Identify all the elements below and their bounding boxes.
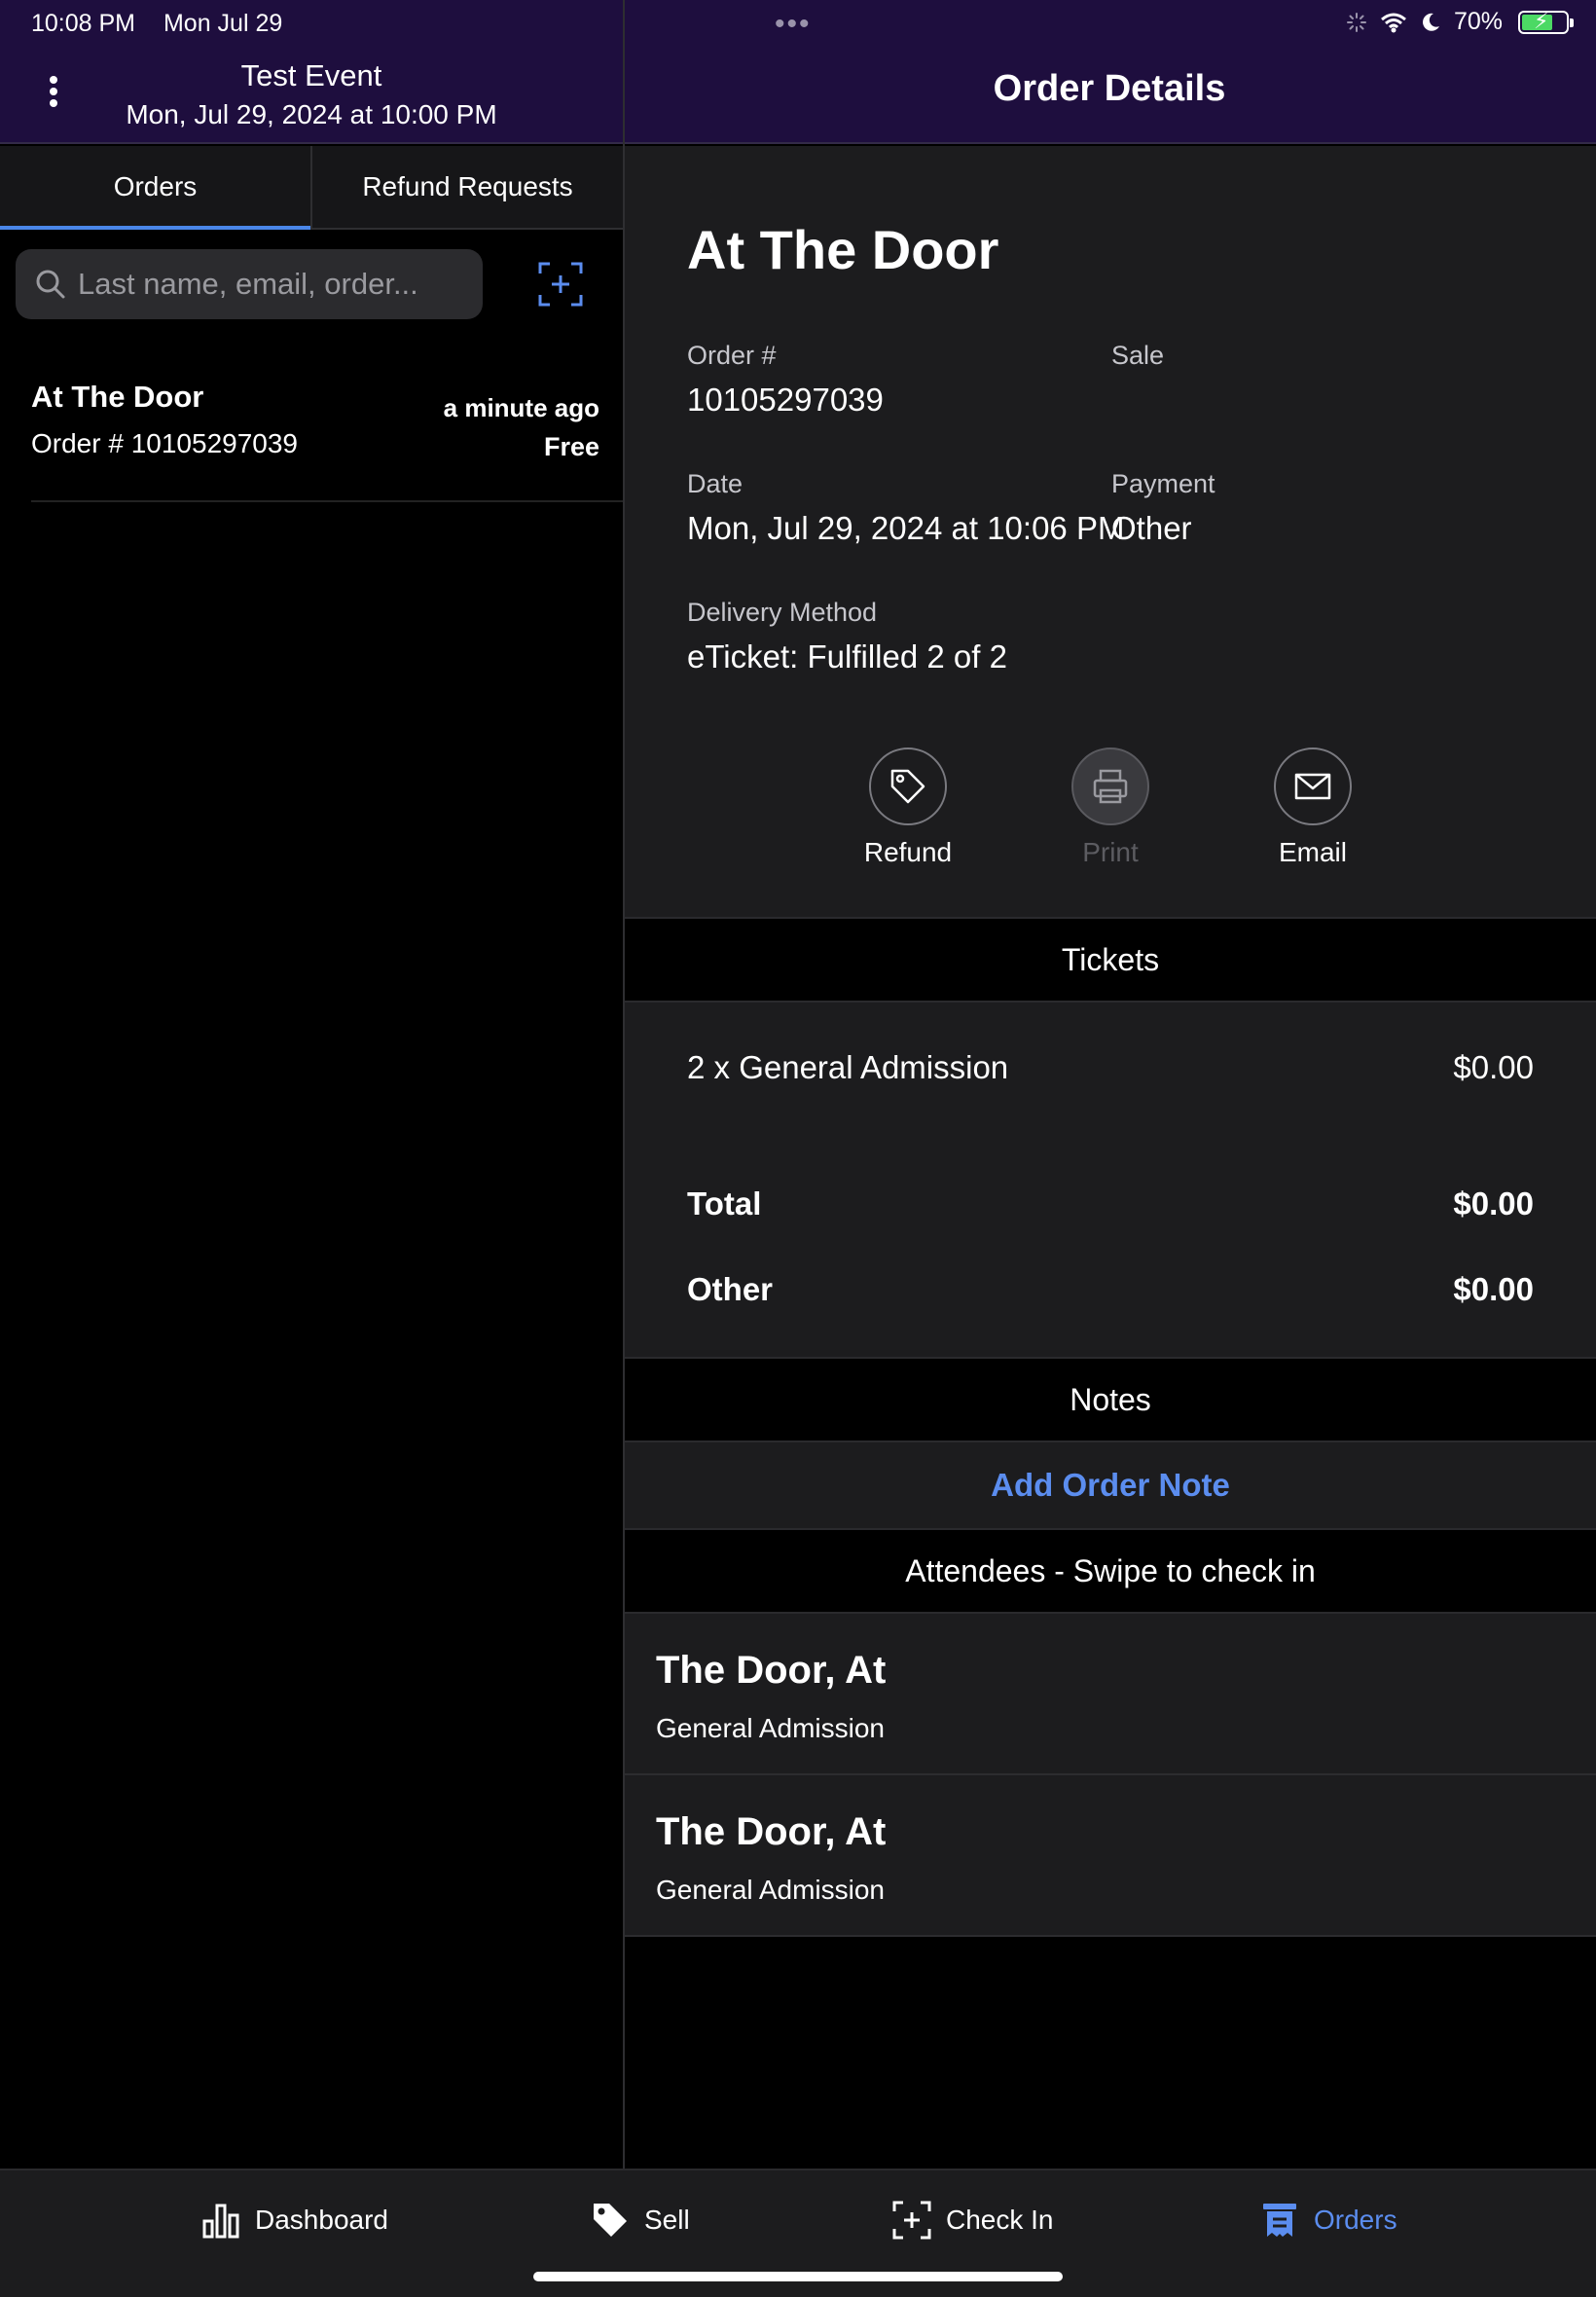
total-value: $0.00 — [1453, 1185, 1534, 1221]
order-item-name: At The Door — [31, 380, 204, 414]
ticket-line-value: $0.00 — [1453, 1049, 1534, 1085]
battery-icon: ⚡ — [1518, 8, 1574, 34]
print-label: Print — [1082, 837, 1139, 867]
date-label: Date — [687, 469, 744, 498]
refund-button[interactable]: Refund — [830, 747, 986, 868]
order-item-time: a minute ago — [443, 393, 599, 422]
nav-orders[interactable]: Orders — [1259, 2200, 1397, 2241]
order-detail-pane: At The Door Order # 10105297039 Sale Dat… — [625, 146, 1596, 1937]
sale-label: Sale — [1111, 341, 1165, 370]
print-button[interactable]: Print — [1033, 747, 1188, 868]
date-value: Mon, Jul 29, 2024 at 10:06 PM — [687, 510, 1125, 546]
order-item-number: Order # 10105297039 — [31, 428, 298, 458]
tab-refund-requests[interactable]: Refund Requests — [310, 146, 623, 228]
email-button[interactable]: Email — [1235, 747, 1391, 868]
attendee-name: The Door, At — [656, 1649, 887, 1692]
printer-icon — [1093, 769, 1128, 804]
search-icon — [36, 270, 65, 299]
order-number-value: 10105297039 — [687, 382, 884, 418]
tickets-section: 2 x General Admission $0.00 Total $0.00 … — [625, 1003, 1596, 1357]
other-value: $0.00 — [1453, 1271, 1534, 1307]
charging-bolt-icon: ⚡ — [1534, 8, 1549, 33]
delivery-method-label: Delivery Method — [687, 598, 878, 627]
email-label: Email — [1278, 837, 1347, 867]
home-indicator[interactable] — [533, 2272, 1063, 2281]
order-details-title: Order Details — [993, 68, 1226, 109]
order-list-item[interactable]: At The Door Order # 10105297039 a minute… — [31, 366, 623, 502]
attendee-ticket-type: General Admission — [656, 1713, 886, 1743]
attendees-heading: Attendees - Swipe to check in — [625, 1528, 1596, 1614]
status-bar-right: 70% ⚡ — [1345, 8, 1574, 36]
attendee-row[interactable]: The Door, At General Admission — [625, 1775, 1596, 1937]
tag-icon — [594, 2204, 627, 2237]
status-time: 10:08 PM — [31, 10, 136, 37]
nav-check-in[interactable]: Check In — [891, 2200, 1054, 2241]
orders-tabs: Orders Refund Requests — [0, 146, 623, 230]
event-info: Test Event Mon, Jul 29, 2024 at 10:00 PM — [0, 58, 623, 130]
other-label: Other — [687, 1271, 774, 1307]
payment-label: Payment — [1111, 469, 1215, 498]
payment-value: Other — [1111, 510, 1192, 546]
order-summary: At The Door Order # 10105297039 Sale Dat… — [625, 146, 1596, 917]
add-order-note-button[interactable]: Add Order Note — [625, 1442, 1596, 1528]
wifi-icon — [1380, 13, 1406, 32]
nav-sell-label: Sell — [644, 2205, 690, 2235]
moon-icon — [1423, 13, 1439, 31]
nav-dashboard-label: Dashboard — [255, 2205, 388, 2235]
activity-icon — [1346, 12, 1366, 32]
attendee-name: The Door, At — [656, 1810, 887, 1853]
order-item-price: Free — [543, 432, 599, 461]
tag-icon — [890, 769, 925, 804]
status-date: Mon Jul 29 — [163, 10, 283, 37]
attendee-ticket-type: General Admission — [656, 1875, 886, 1905]
attendee-row[interactable]: The Door, At General Admission — [625, 1614, 1596, 1775]
nav-dashboard[interactable]: Dashboard — [200, 2200, 388, 2241]
event-date: Mon, Jul 29, 2024 at 10:00 PM — [126, 99, 497, 129]
scan-barcode-icon[interactable] — [537, 261, 584, 308]
nav-orders-label: Orders — [1314, 2205, 1397, 2235]
envelope-icon — [1294, 773, 1331, 800]
tickets-heading: Tickets — [625, 917, 1596, 1003]
nav-check-in-label: Check In — [946, 2205, 1054, 2235]
order-title: At The Door — [687, 219, 999, 280]
top-header: 10:08 PM Mon Jul 29 ••• 70% ⚡ Test Event… — [0, 0, 1596, 144]
orders-icon — [1263, 2204, 1296, 2237]
search-input[interactable] — [78, 267, 467, 302]
refund-label: Refund — [863, 837, 953, 867]
total-label: Total — [687, 1185, 762, 1221]
bar-chart-icon — [202, 2204, 239, 2239]
status-bar-left: 10:08 PM Mon Jul 29 — [31, 10, 304, 38]
ticket-line-label: 2 x General Admission — [687, 1049, 1009, 1085]
scan-icon — [892, 2201, 931, 2240]
nav-sell[interactable]: Sell — [590, 2200, 690, 2241]
event-title: Test Event — [240, 58, 382, 92]
notes-heading: Notes — [625, 1357, 1596, 1442]
order-number-label: Order # — [687, 341, 777, 370]
battery-percent: 70% — [1453, 8, 1503, 35]
delivery-method-value: eTicket: Fulfilled 2 of 2 — [687, 638, 1007, 675]
tab-orders[interactable]: Orders — [0, 146, 310, 230]
search-bar[interactable] — [16, 249, 483, 319]
multitasking-dots[interactable]: ••• — [775, 8, 812, 41]
